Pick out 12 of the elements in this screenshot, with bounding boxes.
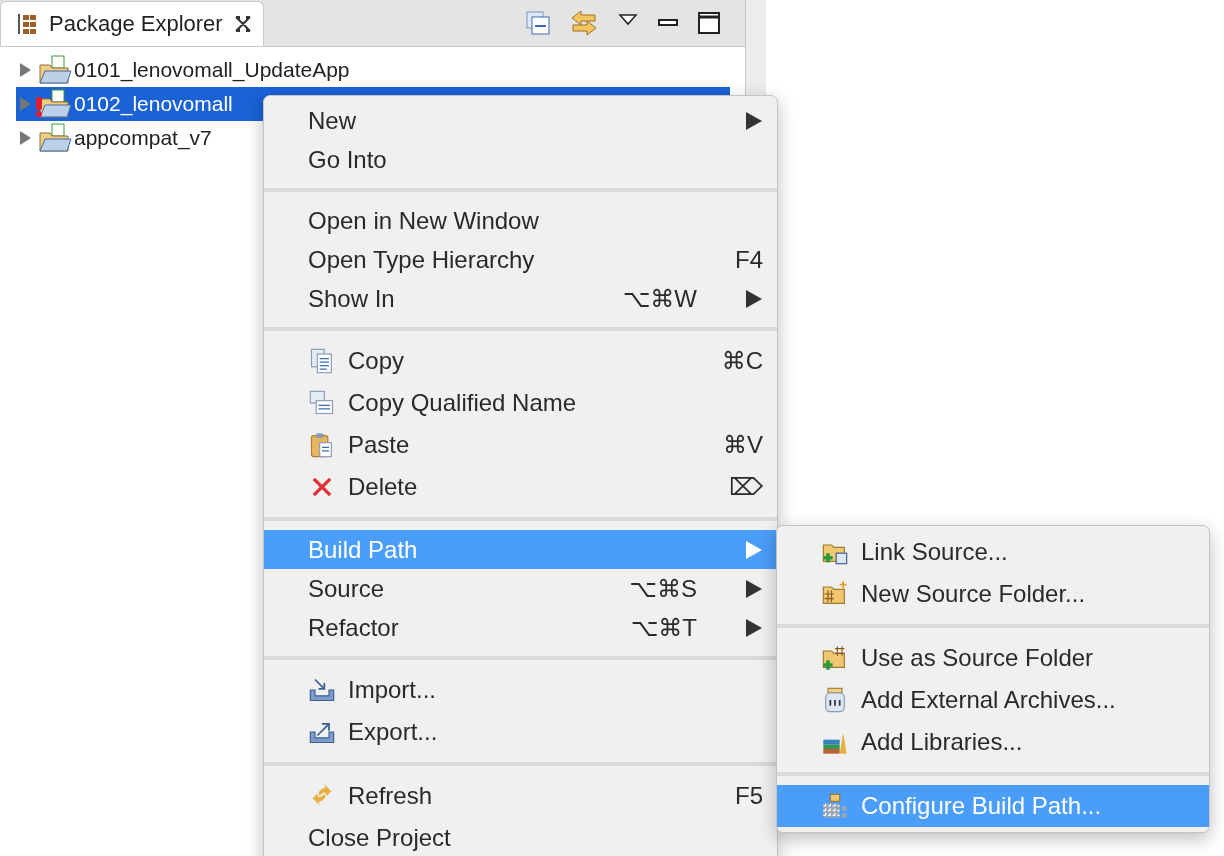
shortcut-label: ⌦	[729, 473, 763, 501]
shortcut-label: F4	[735, 245, 763, 274]
shortcut-label: ⌥⌘W	[622, 284, 697, 313]
project-name: 0102_lenovomall	[74, 92, 233, 116]
shortcut-label: ⌘V	[723, 431, 763, 459]
project-name: appcompat_v7	[74, 126, 212, 150]
shortcut-label: ⌘C	[721, 347, 763, 375]
shortcut-label: F5	[735, 782, 763, 810]
shortcut-label: ⌥⌘S	[629, 574, 697, 603]
tab-title: Package Explorer	[49, 11, 223, 37]
shortcut-label: ⌥⌘T	[630, 613, 697, 642]
project-name: 0101_lenovomall_UpdateApp	[74, 58, 350, 82]
